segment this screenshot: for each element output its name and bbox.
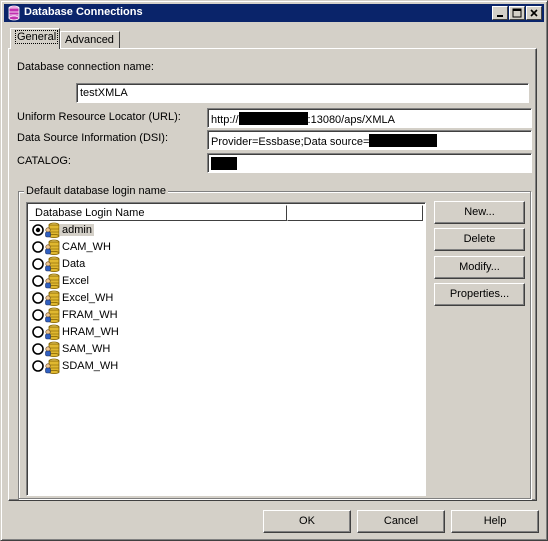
radio-empty-icon[interactable] — [32, 258, 44, 270]
list-item-label: CAM_WH — [62, 241, 111, 253]
list-item-label: FRAM_WH — [62, 309, 118, 321]
login-name-column-header[interactable]: Database Login Name — [29, 205, 287, 221]
radio-empty-icon[interactable] — [32, 360, 44, 372]
modify-button[interactable]: Modify... — [434, 256, 525, 279]
database-user-icon — [45, 273, 60, 289]
radio-empty-icon[interactable] — [32, 292, 44, 304]
maximize-button[interactable] — [509, 6, 525, 20]
database-user-icon — [45, 341, 60, 357]
connection-name-label: Database connection name: — [17, 61, 154, 73]
catalog-label: CATALOG: — [17, 155, 71, 167]
radio-empty-icon[interactable] — [32, 326, 44, 338]
empty-column-header[interactable] — [287, 205, 423, 221]
list-item-label: SAM_WH — [62, 343, 111, 355]
database-user-icon — [45, 324, 60, 340]
new-button[interactable]: New... — [434, 201, 525, 224]
title-bar[interactable]: Database Connections — [4, 4, 544, 22]
radio-selected-icon[interactable] — [32, 224, 44, 236]
radio-empty-icon[interactable] — [32, 309, 44, 321]
maximize-icon — [512, 8, 522, 18]
redacted-host — [238, 112, 308, 125]
dsi-input[interactable]: Provider=Essbase;Data source= — [207, 130, 532, 150]
properties-button[interactable]: Properties... — [434, 283, 525, 306]
list-item-label: Data — [62, 258, 86, 270]
connection-name-input[interactable]: testXMLA — [76, 83, 529, 103]
url-input[interactable]: http://:13080/aps/XMLA — [207, 108, 532, 128]
catalog-input[interactable] — [207, 153, 532, 173]
database-user-icon — [45, 290, 60, 306]
tab-general[interactable]: General — [10, 28, 60, 49]
radio-empty-icon[interactable] — [32, 241, 44, 253]
cancel-button[interactable]: Cancel — [357, 510, 445, 533]
radio-empty-icon[interactable] — [32, 275, 44, 287]
database-user-icon — [45, 358, 60, 374]
database-user-icon — [45, 256, 60, 272]
database-app-icon — [8, 5, 20, 21]
database-user-icon — [45, 239, 60, 255]
close-icon — [530, 9, 538, 17]
list-item-label: HRAM_WH — [62, 326, 119, 338]
window-title: Database Connections — [24, 6, 143, 18]
list-item-label: SDAM_WH — [62, 360, 119, 372]
database-user-icon — [45, 222, 60, 238]
minimize-button[interactable] — [492, 6, 508, 20]
database-user-icon — [45, 307, 60, 323]
redacted-catalog — [211, 157, 237, 170]
redacted-datasource — [369, 134, 438, 147]
ok-button[interactable]: OK — [263, 510, 351, 533]
dsi-label: Data Source Information (DSI): — [17, 132, 169, 144]
url-label: Uniform Resource Locator (URL): — [17, 111, 181, 123]
close-button[interactable] — [526, 6, 542, 20]
login-list[interactable]: Database Login Name admin CAM_WH Data Excel… — [26, 202, 426, 496]
list-item-label: Excel — [62, 275, 89, 287]
tab-advanced[interactable]: Advanced — [60, 31, 120, 49]
list-item-label: admin — [60, 224, 94, 236]
minimize-icon — [497, 15, 503, 17]
delete-button[interactable]: Delete — [434, 228, 525, 251]
radio-empty-icon[interactable] — [32, 343, 44, 355]
help-button[interactable]: Help — [451, 510, 539, 533]
default-login-caption: Default database login name — [24, 185, 169, 197]
list-item-label: Excel_WH — [62, 292, 114, 304]
database-connections-window: Database Connections General Advanced Da… — [0, 0, 548, 541]
